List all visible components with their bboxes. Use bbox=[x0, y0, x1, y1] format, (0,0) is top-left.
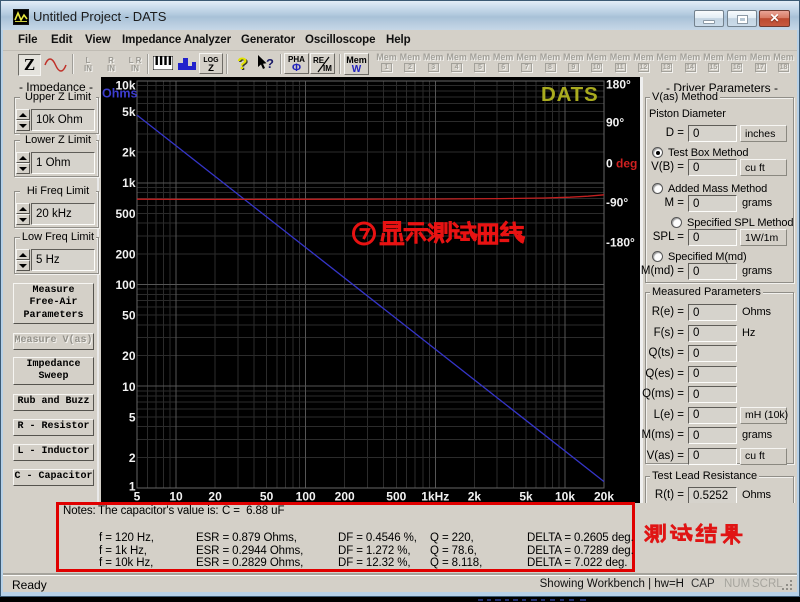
svg-text:1k: 1k bbox=[122, 176, 136, 190]
svg-text:100: 100 bbox=[115, 278, 135, 292]
svg-text:1: 1 bbox=[129, 480, 136, 494]
svg-text:200: 200 bbox=[335, 490, 355, 504]
svg-text:100: 100 bbox=[296, 490, 316, 504]
svg-text:50: 50 bbox=[122, 309, 136, 323]
svg-text:500: 500 bbox=[115, 207, 135, 221]
svg-text:20: 20 bbox=[122, 349, 136, 363]
svg-text:10: 10 bbox=[169, 490, 183, 504]
svg-text:180°: 180° bbox=[606, 78, 631, 92]
svg-text:10: 10 bbox=[122, 380, 136, 394]
svg-text:50: 50 bbox=[260, 490, 274, 504]
svg-text:5k: 5k bbox=[519, 490, 533, 504]
svg-text:5k: 5k bbox=[122, 105, 136, 119]
svg-text:2k: 2k bbox=[122, 146, 136, 160]
svg-text:5: 5 bbox=[129, 410, 136, 424]
svg-text:?: ? bbox=[266, 56, 274, 71]
svg-text:10k: 10k bbox=[555, 490, 575, 504]
svg-text:2k: 2k bbox=[468, 490, 482, 504]
svg-text:1kHz: 1kHz bbox=[421, 490, 449, 504]
svg-text:DATS: DATS bbox=[541, 83, 598, 106]
svg-text:Ohms: Ohms bbox=[102, 87, 137, 101]
svg-text:200: 200 bbox=[115, 247, 135, 261]
svg-text:20: 20 bbox=[208, 490, 222, 504]
svg-text:500: 500 bbox=[386, 490, 406, 504]
svg-text:2: 2 bbox=[129, 451, 136, 465]
svg-text:IM: IM bbox=[323, 64, 332, 73]
